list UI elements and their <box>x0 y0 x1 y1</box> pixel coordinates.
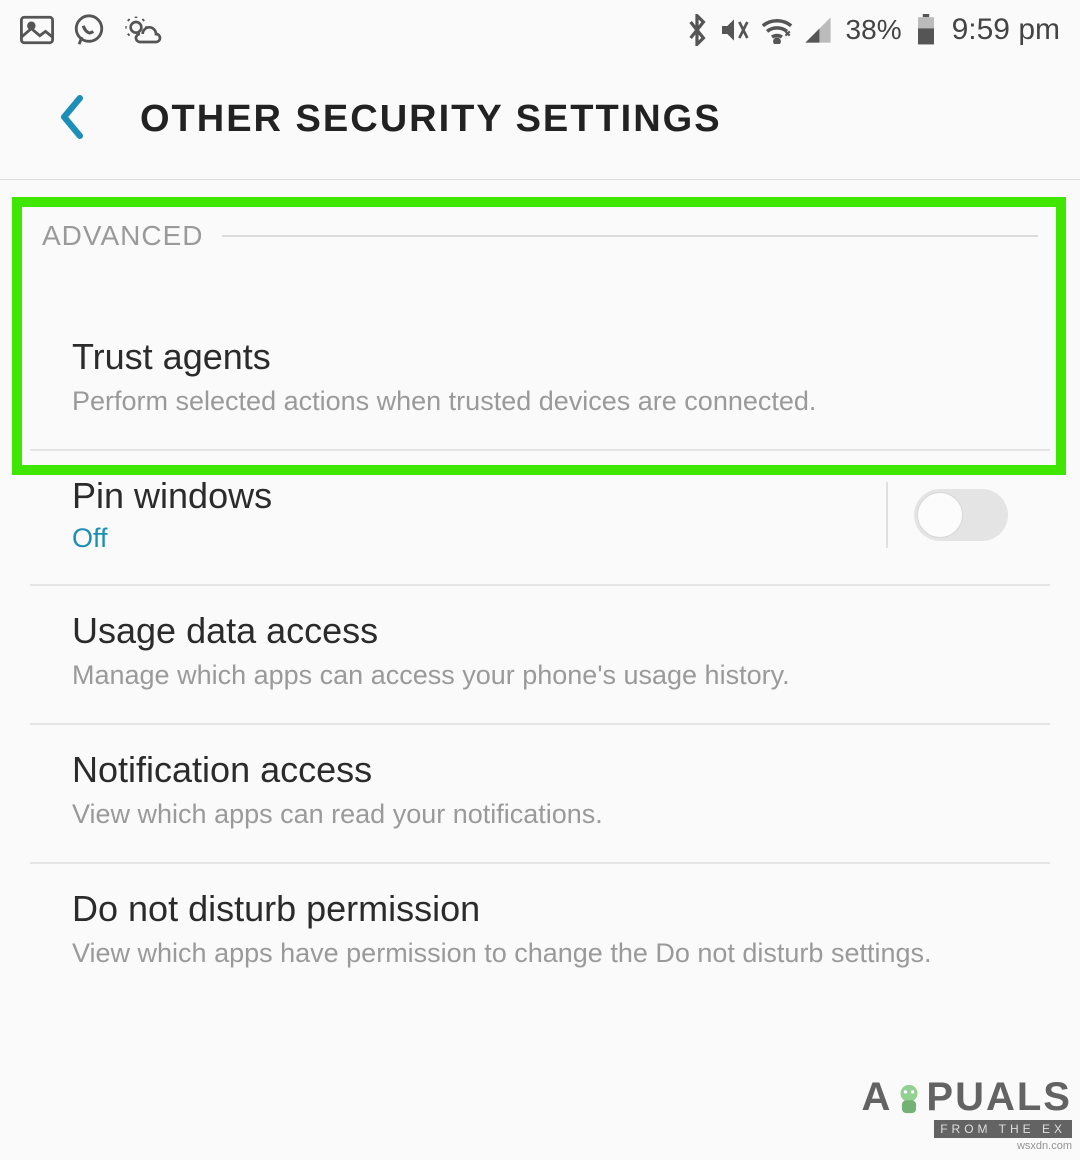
item-desc: View which apps can read your notificati… <box>72 797 1008 832</box>
back-button[interactable] <box>58 95 86 144</box>
settings-content: ADVANCED Trust agents Perform selected a… <box>0 180 1080 1001</box>
item-title: Do not disturb permission <box>72 888 1008 930</box>
item-pin-windows[interactable]: Pin windows Off <box>30 451 1050 586</box>
item-dnd-permission[interactable]: Do not disturb permission View which app… <box>30 864 1050 1001</box>
section-header-advanced: ADVANCED <box>0 180 1080 252</box>
watermark: APUALS FROM THE EX wsxdn.com <box>862 1075 1072 1152</box>
item-title: Trust agents <box>72 336 1008 378</box>
item-status: Off <box>72 523 872 554</box>
bluetooth-icon <box>686 14 708 46</box>
app-bar: OTHER SECURITY SETTINGS <box>0 60 1080 180</box>
signal-icon <box>804 16 832 44</box>
item-desc: Manage which apps can access your phone'… <box>72 658 1008 693</box>
pin-windows-toggle[interactable] <box>914 489 1008 541</box>
item-trust-agents[interactable]: Trust agents Perform selected actions wh… <box>30 312 1050 451</box>
battery-percent: 38% <box>846 14 902 46</box>
item-title: Notification access <box>72 749 1008 791</box>
battery-icon <box>916 14 936 46</box>
page-title: OTHER SECURITY SETTINGS <box>140 98 722 141</box>
item-desc: View which apps have permission to chang… <box>72 936 1008 971</box>
watermark-tag: FROM THE EX <box>934 1120 1072 1138</box>
gallery-icon <box>20 15 54 45</box>
whatsapp-icon <box>72 13 106 47</box>
status-bar: 38% 9:59 pm <box>0 0 1080 60</box>
wifi-icon <box>760 16 794 44</box>
item-usage-data-access[interactable]: Usage data access Manage which apps can … <box>30 586 1050 725</box>
status-time: 9:59 pm <box>952 13 1060 47</box>
toggle-separator <box>886 482 888 548</box>
item-desc: Perform selected actions when trusted de… <box>72 384 1008 419</box>
section-label: ADVANCED <box>42 220 204 252</box>
item-title: Usage data access <box>72 610 1008 652</box>
item-title: Pin windows <box>72 475 872 517</box>
item-notification-access[interactable]: Notification access View which apps can … <box>30 725 1050 864</box>
mute-icon <box>718 14 750 46</box>
watermark-src: wsxdn.com <box>862 1140 1072 1152</box>
weather-icon <box>124 15 164 45</box>
section-divider <box>222 235 1038 237</box>
toggle-knob <box>917 492 963 538</box>
